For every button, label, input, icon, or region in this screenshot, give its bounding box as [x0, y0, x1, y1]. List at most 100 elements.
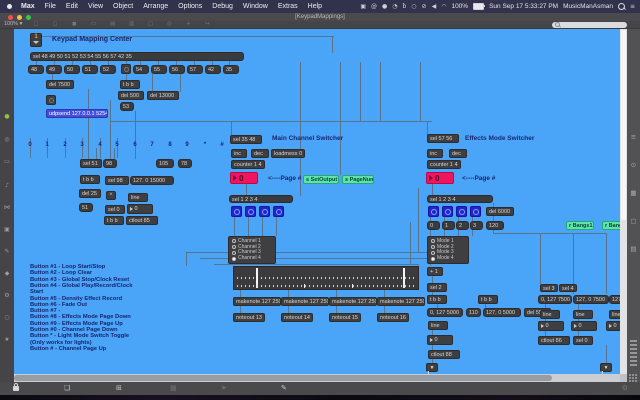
send-object-s-pagenum[interactable]: s PageNum: [342, 175, 374, 184]
message-box-0-127-5000[interactable]: 0, 127 5000: [427, 308, 463, 317]
edit-icon[interactable]: ✎: [281, 382, 287, 395]
menubar-user[interactable]: MusicManAsman: [563, 3, 613, 10]
menu-edit[interactable]: Edit: [61, 3, 83, 10]
clock-icon[interactable]: ◔: [392, 3, 397, 10]
object-box-dec[interactable]: dec: [449, 149, 467, 158]
object-box-makenote-127-250[interactable]: makenote 127 250: [377, 297, 425, 306]
object-box-udpsend-127-0-0-1-5254[interactable]: udpsend 127.0.0.1 5254: [46, 109, 108, 118]
zoom-ladder-segment[interactable]: [630, 348, 637, 350]
toolbar-icon-7[interactable]: ◎: [167, 21, 172, 28]
keypad-button[interactable]: [428, 206, 439, 217]
message-box-52[interactable]: 52: [100, 65, 116, 74]
toolbar-icon-8[interactable]: +: [186, 21, 191, 28]
message-box-55[interactable]: 55: [151, 65, 167, 74]
radiogroup[interactable]: Channel 1Channel 2Channel 3Channel 4: [228, 236, 276, 264]
toolbar-icon-1[interactable]: ◻: [53, 21, 58, 28]
message-box-98[interactable]: 98: [103, 159, 117, 168]
message-box-50[interactable]: 50: [64, 65, 80, 74]
patchcord-icon[interactable]: ⋈: [0, 205, 14, 211]
circle-icon[interactable]: ○: [0, 315, 14, 321]
page-selector[interactable]: 1: [30, 33, 42, 47]
message-box-3[interactable]: 3: [470, 221, 483, 230]
annotate-icon[interactable]: ✎: [0, 249, 14, 255]
keypad-button[interactable]: [442, 206, 453, 217]
dot-icon[interactable]: ●: [382, 3, 387, 10]
search-input[interactable]: [552, 22, 627, 28]
zoom-ladder-segment[interactable]: [630, 360, 637, 362]
object-box-makenote-127-250[interactable]: makenote 127 250: [329, 297, 377, 306]
object-box-del-13000[interactable]: del 13000: [147, 91, 179, 100]
menu-max[interactable]: Max: [16, 3, 40, 10]
menu-options[interactable]: Options: [173, 3, 207, 10]
horizontal-scrollbar[interactable]: [14, 374, 620, 382]
apple-menu-icon[interactable]: [7, 4, 12, 9]
message-box-127-0-5000[interactable]: 127, 0 5000: [483, 308, 521, 317]
radio-option-channel-4[interactable]: Channel 4: [232, 256, 272, 261]
receive-object-r-bangs1[interactable]: r Bangs1: [566, 221, 594, 230]
object-box-del-500[interactable]: del 500: [118, 91, 144, 100]
object-box-sel-2[interactable]: sel 2: [427, 283, 447, 292]
toolbar-icon-0[interactable]: ◻: [34, 21, 39, 28]
menu-help[interactable]: Help: [303, 3, 327, 10]
object-box-noteout-13[interactable]: noteout 13: [233, 313, 265, 322]
volume-icon[interactable]: ◀: [432, 3, 437, 10]
number-box[interactable]: 0: [606, 321, 620, 331]
power-icon[interactable]: ⊙: [622, 382, 628, 395]
number-box[interactable]: 0: [426, 172, 454, 184]
menu-window[interactable]: Window: [238, 3, 273, 10]
menubar-clock[interactable]: Sun Sep 17 5:33:27 PM: [489, 3, 558, 10]
object-box-t-b-b[interactable]: t b b: [104, 216, 124, 225]
number-box[interactable]: 0: [427, 335, 453, 345]
object-box-del-25[interactable]: del 25: [79, 189, 101, 198]
bang-button[interactable]: [121, 64, 131, 74]
object-box-del-6000[interactable]: del 6000: [486, 207, 514, 216]
object-box-1[interactable]: + 1: [427, 267, 443, 276]
object-box-counter-1-4[interactable]: counter 1 4: [427, 160, 461, 169]
keypad-button[interactable]: [470, 206, 481, 217]
zoom-ladder-segment[interactable]: [630, 364, 637, 366]
circle-icon[interactable]: ○: [411, 3, 416, 10]
horizontal-scroll-thumb[interactable]: [14, 375, 552, 381]
zoom-ladder-segment[interactable]: [630, 352, 637, 354]
toolbar-icon-6[interactable]: ▢: [148, 21, 153, 28]
record-icon[interactable]: ◎: [0, 137, 14, 143]
grid-icon[interactable]: ▦: [170, 382, 177, 395]
receive-object-r-bangs2[interactable]: r Bangs2: [602, 221, 620, 230]
object-box-inc[interactable]: inc: [231, 149, 247, 158]
bang-button[interactable]: [46, 95, 56, 105]
object-box-line[interactable]: line: [609, 310, 620, 319]
presentation-icon[interactable]: ⊞: [116, 382, 122, 395]
message-box-51[interactable]: 51: [82, 65, 98, 74]
bluetooth-icon[interactable]: ƀ: [402, 3, 406, 10]
object-box-t-b-b[interactable]: t b b: [478, 295, 498, 304]
message-box-120[interactable]: 120: [486, 221, 504, 230]
object-box-sel-3[interactable]: sel 3: [540, 284, 558, 292]
object-box-line[interactable]: line: [128, 193, 148, 202]
keypad-button[interactable]: [245, 206, 256, 217]
object-box-inc[interactable]: inc: [427, 149, 443, 158]
toolbar-icon-5[interactable]: ▥: [129, 21, 134, 28]
message-box-sel-1-2-3-4[interactable]: sel 1 2 3 4: [229, 195, 293, 203]
menu-object[interactable]: Object: [108, 3, 138, 10]
cursor-icon[interactable]: ➤: [221, 382, 227, 395]
object-box-loadmess-0[interactable]: loadmess 0: [271, 149, 305, 158]
object-box-line[interactable]: line: [540, 310, 560, 319]
object-box-t-b-b[interactable]: t b b: [120, 80, 140, 89]
object-box-ctlout-85[interactable]: ctlout 85: [126, 216, 158, 225]
object-box-sel-35-48[interactable]: sel 35 48: [230, 135, 262, 144]
at-icon[interactable]: @: [371, 3, 377, 10]
object-box-makenote-127-250[interactable]: makenote 127 250: [281, 297, 329, 306]
audio-icon[interactable]: ♪: [0, 183, 14, 189]
picture-icon[interactable]: ▣: [0, 227, 14, 233]
message-box-sel-1-2-3-4[interactable]: sel 1 2 3 4: [427, 195, 493, 203]
message-box-127-0-7500[interactable]: 127, 0 7500: [573, 295, 609, 304]
mixer-icon[interactable]: ≡: [627, 134, 640, 141]
message-box-48[interactable]: 48: [28, 65, 44, 74]
object-box-noteout-14[interactable]: noteout 14: [281, 313, 313, 322]
toolbar-icon-4[interactable]: ▤: [110, 21, 115, 28]
object-box-makenote-127-250[interactable]: makenote 127 250: [233, 297, 281, 306]
message-box-49[interactable]: 49: [46, 65, 62, 74]
object-box-ctlout-86[interactable]: ctlout 86: [538, 336, 570, 345]
toolbar-icon-2[interactable]: ◼: [72, 21, 77, 28]
message-box-0[interactable]: 0: [427, 221, 440, 230]
